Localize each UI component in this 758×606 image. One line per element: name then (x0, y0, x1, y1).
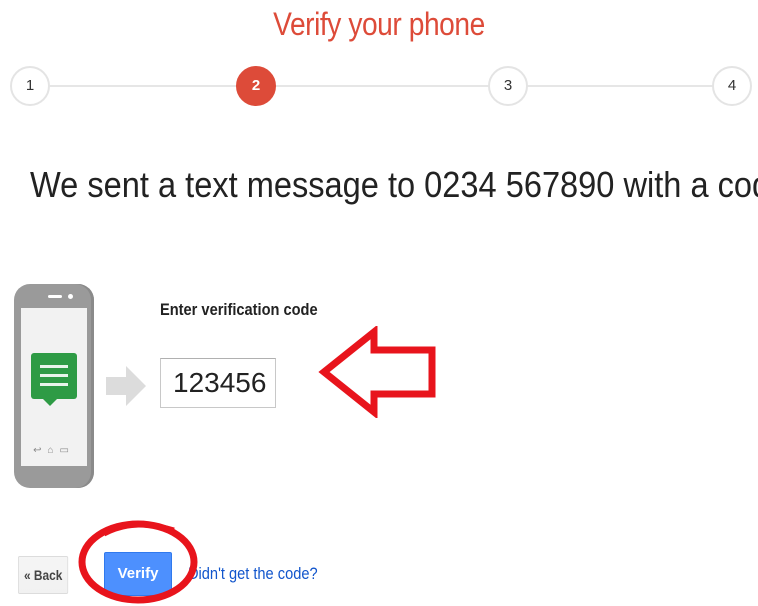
verification-code-input[interactable] (160, 358, 276, 408)
arrow-right-icon (106, 366, 146, 406)
sms-bubble-icon (31, 353, 77, 399)
back-button[interactable]: « Back (18, 556, 69, 594)
page-title: Verify your phone (273, 6, 485, 42)
step-4: 4 (712, 66, 752, 106)
sms-line (40, 383, 68, 386)
step-1: 1 (10, 66, 50, 106)
phone-camera (68, 294, 73, 299)
didnt-get-code-link[interactable]: Didn't get the code? (188, 564, 318, 584)
phone-illustration-icon: ↩⌂▭ (14, 284, 94, 488)
red-circle-annotation-icon (78, 520, 198, 604)
verification-code-label: Enter verification code (160, 300, 318, 319)
sms-line (40, 374, 68, 377)
sms-bubble-tail (41, 397, 59, 406)
phone-speaker (48, 295, 62, 298)
phone-nav-icons: ↩⌂▭ (33, 445, 75, 456)
progress-stepper: 1 2 3 4 (0, 66, 758, 106)
stepper-line (50, 85, 750, 87)
sms-line (40, 365, 68, 368)
red-arrow-annotation-icon (318, 326, 436, 418)
sent-message-text: We sent a text message to 0234 567890 wi… (30, 164, 758, 205)
step-2-active: 2 (236, 66, 276, 106)
step-3: 3 (488, 66, 528, 106)
phone-screen: ↩⌂▭ (21, 308, 87, 466)
